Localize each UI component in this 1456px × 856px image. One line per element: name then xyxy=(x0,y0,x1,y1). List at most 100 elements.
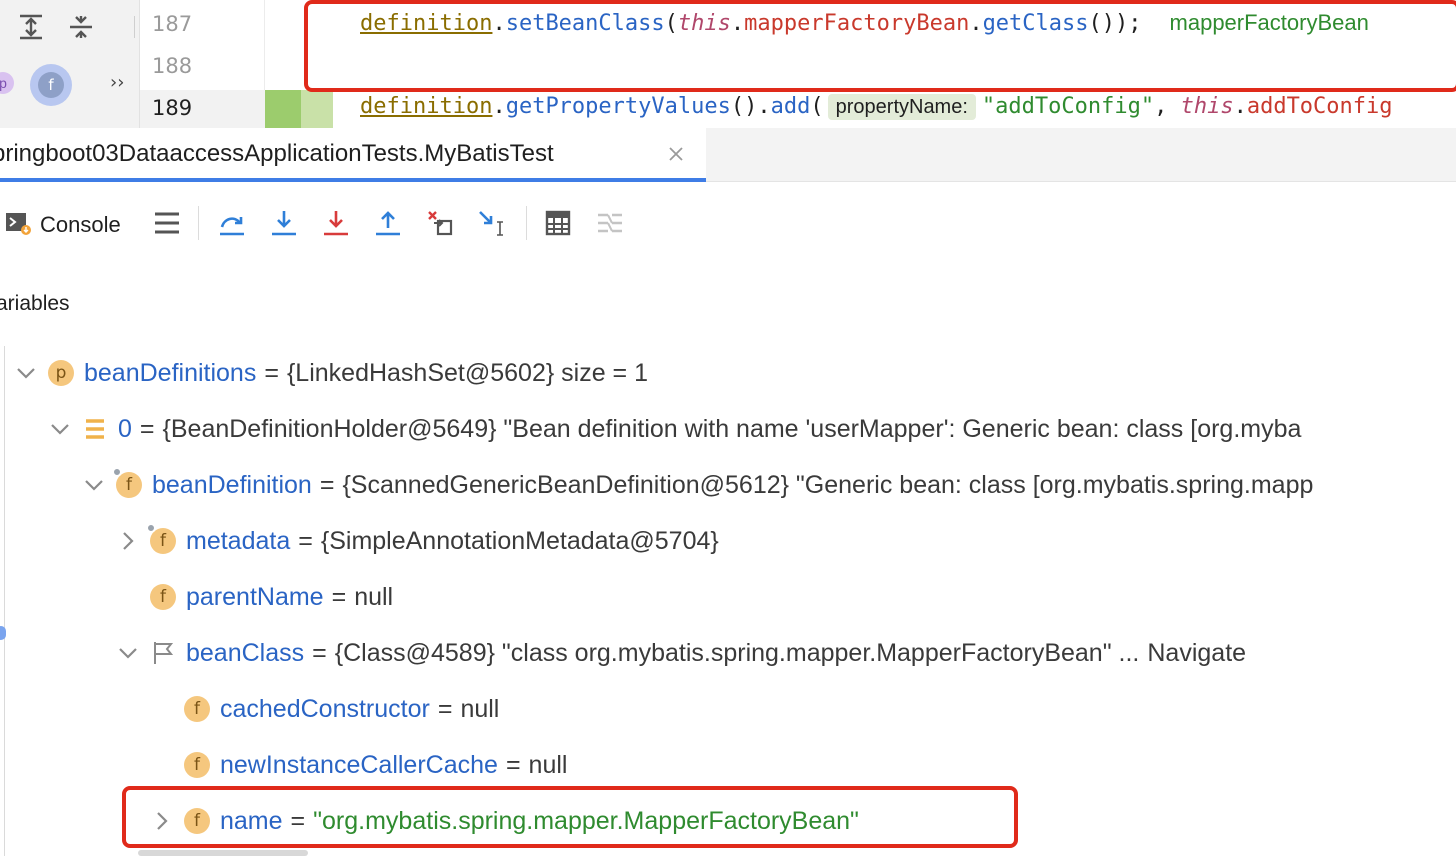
run-to-cursor-icon[interactable] xyxy=(477,208,507,238)
variable-row[interactable]: 0 = {BeanDefinitionHolder@5649} "Bean defi… xyxy=(48,401,1301,457)
field-filter-label: f xyxy=(38,72,64,98)
more-icon[interactable]: ›› xyxy=(110,72,124,93)
code-token: ( xyxy=(810,94,824,119)
parameter-hint: propertyName: xyxy=(827,94,976,120)
equals-sign: = xyxy=(319,470,335,499)
chevron-down-icon[interactable] xyxy=(48,417,72,441)
line-number: 188 xyxy=(152,54,193,78)
chevron-right-icon[interactable] xyxy=(116,529,140,553)
variable-row[interactable]: f cachedConstructor = null xyxy=(150,681,499,737)
variable-row[interactable]: p beanDefinitions = {LinkedHashSet@5602} s… xyxy=(14,345,648,401)
field-badge-icon: f xyxy=(184,752,210,778)
field-badge-label: f xyxy=(194,699,200,719)
equals-sign: = xyxy=(298,526,313,555)
property-badge-icon: p xyxy=(48,360,74,386)
code-token: "addToConfig" xyxy=(981,94,1155,119)
scroll-marker xyxy=(0,626,6,640)
tree-guide-line xyxy=(4,346,5,856)
console-label: Console xyxy=(40,211,121,237)
final-marker-icon xyxy=(112,467,122,477)
field-filter-icon[interactable]: f xyxy=(30,64,72,106)
code-token: this xyxy=(1180,94,1234,119)
debugger-toolbar: Console xyxy=(0,182,1456,266)
collapse-all-icon[interactable] xyxy=(66,12,96,42)
variable-value: {Class@4589} "class org.mybatis.spring.m… xyxy=(334,638,1140,667)
code-token: addToConfig xyxy=(1246,94,1393,119)
expand-all-icon[interactable] xyxy=(16,12,46,42)
final-marker-icon xyxy=(146,523,156,533)
array-element-icon xyxy=(82,416,108,442)
code-token: . xyxy=(1233,94,1247,119)
execution-line-marker xyxy=(265,90,301,128)
equals-sign: = xyxy=(505,750,521,779)
toolbar-separator xyxy=(134,16,135,38)
variable-row[interactable]: f newInstanceCallerCache = null xyxy=(150,737,567,793)
variable-name: beanClass xyxy=(186,638,305,667)
menu-icon[interactable] xyxy=(152,208,182,238)
tab-mybatis-test[interactable]: pringboot03DataaccessApplicationTests.My… xyxy=(0,128,706,182)
variable-name: metadata xyxy=(186,526,291,555)
variable-row[interactable]: f metadata = {SimpleAnnotationMetadata@570… xyxy=(116,513,719,569)
variable-row[interactable]: f parentName = null xyxy=(116,569,393,625)
line-number: 187 xyxy=(152,12,193,36)
variable-value: null xyxy=(354,582,394,611)
field-badge-icon: f xyxy=(150,584,176,610)
field-badge-label: f xyxy=(160,531,166,551)
equals-sign: = xyxy=(312,638,327,667)
variable-value: null xyxy=(460,694,500,723)
variable-name: cachedConstructor xyxy=(220,694,430,723)
tab-console[interactable]: Console xyxy=(4,208,121,241)
chevron-down-icon[interactable] xyxy=(14,361,38,385)
toolbar-separator xyxy=(198,206,199,240)
equals-sign: = xyxy=(331,582,347,611)
force-step-into-icon[interactable] xyxy=(321,208,351,238)
navigate-link[interactable]: Navigate xyxy=(1147,639,1246,668)
trace-stream-icon xyxy=(595,208,625,238)
tab-title: pringboot03DataaccessApplicationTests.My… xyxy=(0,140,554,167)
variable-row[interactable]: beanClass = {Class@4589} "class org.mybati… xyxy=(116,625,1246,681)
step-over-icon[interactable] xyxy=(217,208,247,238)
drop-frame-icon[interactable] xyxy=(425,208,455,238)
step-out-icon[interactable] xyxy=(373,208,403,238)
variable-name: 0 xyxy=(118,414,132,443)
step-into-icon[interactable] xyxy=(269,208,299,238)
debug-tab-bar: pringboot03DataaccessApplicationTests.My… xyxy=(0,128,1456,182)
variables-panel-title: ariables xyxy=(0,292,70,315)
code-editor: p f ›› 187 188 189 definition.setBeanCla… xyxy=(0,0,1456,128)
field-badge-label: f xyxy=(194,755,200,775)
execution-line-marker xyxy=(301,90,333,128)
equals-sign: = xyxy=(437,694,453,723)
field-badge-icon: f xyxy=(184,696,210,722)
variable-value: {BeanDefinitionHolder@5649} "Bean defini… xyxy=(162,414,1302,443)
field-badge-label: f xyxy=(126,475,132,495)
code-token: definition xyxy=(360,94,493,119)
property-filter-icon[interactable]: p xyxy=(0,72,14,94)
chevron-down-icon[interactable] xyxy=(116,641,140,665)
evaluate-expression-icon[interactable] xyxy=(543,208,573,238)
equals-sign: = xyxy=(139,414,155,443)
code-token: . xyxy=(492,94,506,119)
highlight-box xyxy=(304,0,1456,92)
code-line-189: definition.getPropertyValues().add(prope… xyxy=(360,94,1393,120)
variable-value: null xyxy=(528,750,568,779)
structure-toolbar: p f ›› xyxy=(0,0,140,128)
variable-row[interactable]: f beanDefinition = {ScannedGenericBeanDefi… xyxy=(82,457,1313,513)
flag-icon xyxy=(150,640,176,666)
horizontal-scrollbar[interactable] xyxy=(138,850,308,856)
variable-value: {ScannedGenericBeanDefinition@5612} "Gen… xyxy=(342,470,1314,499)
code-token: getPropertyValues xyxy=(505,94,731,119)
code-token: (). xyxy=(730,94,771,119)
equals-sign: = xyxy=(264,358,279,387)
field-badge-label: f xyxy=(160,587,166,607)
variable-name: newInstanceCallerCache xyxy=(220,750,498,779)
console-icon xyxy=(4,208,32,241)
field-badge-icon: f xyxy=(112,467,142,498)
variable-name: parentName xyxy=(186,582,324,611)
variable-value: {SimpleAnnotationMetadata@5704} xyxy=(320,526,719,555)
close-icon[interactable] xyxy=(666,144,686,164)
current-line-highlight: 189 xyxy=(140,90,265,128)
line-number: 189 xyxy=(152,96,193,120)
variable-value: {LinkedHashSet@5602} size = 1 xyxy=(286,358,649,387)
chevron-down-icon[interactable] xyxy=(82,473,106,497)
code-token: add xyxy=(770,94,811,119)
